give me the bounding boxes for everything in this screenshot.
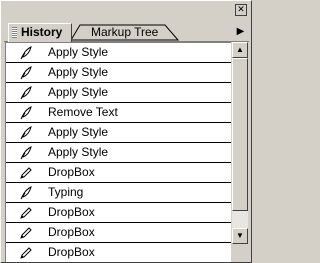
tab-history-label: History (21, 25, 63, 39)
feather-icon (19, 186, 33, 200)
history-step[interactable]: Apply Style (6, 123, 231, 143)
history-step[interactable]: Apply Style (6, 63, 231, 83)
history-step[interactable]: DropBox (6, 223, 231, 243)
history-step-label: DropBox (48, 245, 95, 259)
history-step-label: Apply Style (48, 65, 109, 79)
feather-icon (19, 126, 33, 140)
resize-corner (232, 244, 248, 262)
feather-icon (19, 106, 33, 120)
scroll-down-button[interactable]: ▼ (232, 228, 248, 244)
history-list: Apply Style Apply Style Apply Style Remove … (5, 42, 231, 262)
close-button[interactable]: ✕ (235, 4, 247, 16)
history-step-label: DropBox (48, 165, 95, 179)
scroll-up-button[interactable]: ▲ (232, 42, 248, 58)
feather-icon (19, 66, 33, 80)
history-step-label: Typing (48, 185, 84, 199)
pencil-icon (19, 166, 33, 180)
feather-icon (19, 86, 33, 100)
panel-menu-arrow-icon[interactable]: ▶ (234, 25, 247, 39)
drag-grip-icon[interactable] (12, 27, 17, 38)
history-step-label: DropBox (48, 205, 95, 219)
history-step-label: Apply Style (48, 145, 109, 159)
history-step[interactable]: DropBox (6, 163, 231, 183)
history-step[interactable]: Apply Style (6, 43, 231, 63)
pencil-icon (19, 206, 33, 220)
feather-icon (19, 146, 33, 160)
history-step-label: Apply Style (48, 85, 109, 99)
history-step[interactable]: Typing (6, 183, 231, 203)
history-step-label: Apply Style (48, 45, 109, 59)
history-step[interactable]: Remove Text (6, 103, 231, 123)
tab-markup-tree-label: Markup Tree (91, 25, 159, 39)
history-step[interactable]: Apply Style (6, 83, 231, 103)
history-step[interactable]: DropBox (6, 203, 231, 223)
tab-markup-tree[interactable]: Markup Tree (71, 24, 179, 41)
tab-bar: History Markup Tree (4, 21, 249, 42)
tab-history[interactable]: History (8, 23, 72, 42)
history-panel: ✕ History Markup Tree ▶ Apply Style Apply… (0, 0, 252, 263)
history-step-label: Apply Style (48, 125, 109, 139)
vertical-scrollbar[interactable]: ▲ ▼ (232, 42, 248, 244)
history-step[interactable]: DropBox (6, 243, 231, 262)
pencil-icon (19, 246, 33, 260)
feather-icon (19, 46, 33, 60)
pencil-icon (19, 226, 33, 240)
history-step-label: Remove Text (48, 105, 118, 119)
scroll-thumb[interactable] (232, 58, 248, 211)
history-step-label: DropBox (48, 225, 95, 239)
history-step[interactable]: Apply Style (6, 143, 231, 163)
